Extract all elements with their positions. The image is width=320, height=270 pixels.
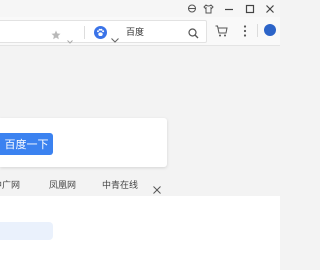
- toolbar-divider: [257, 24, 258, 37]
- browser-window: 百度 百度一下 中广网 凤凰网 中青在线: [0, 0, 280, 270]
- search-button[interactable]: 百度一下: [0, 133, 53, 155]
- baidu-paw-icon[interactable]: [94, 26, 107, 39]
- placeholder-bar: [0, 222, 53, 240]
- search-engine-name[interactable]: 百度: [126, 26, 144, 38]
- search-card: 百度一下: [0, 118, 167, 167]
- shirt-icon[interactable]: [201, 2, 215, 15]
- shortcuts-bar: 中广网 凤凰网 中青在线: [0, 176, 167, 192]
- shortcut-link[interactable]: 中广网: [0, 179, 20, 191]
- minimize-icon[interactable]: [222, 2, 236, 15]
- cart-icon[interactable]: [215, 24, 228, 42]
- chevron-down-icon[interactable]: [67, 31, 73, 49]
- engine-chevron-down-icon[interactable]: [111, 30, 119, 48]
- title-bar: [0, 0, 280, 17]
- mirror-icon[interactable]: [185, 2, 199, 15]
- content-panel: [0, 196, 280, 270]
- more-menu-icon[interactable]: [243, 24, 247, 42]
- star-icon[interactable]: [51, 27, 61, 45]
- close-window-icon[interactable]: [263, 2, 277, 15]
- shortcut-link[interactable]: 中青在线: [102, 179, 138, 191]
- search-icon[interactable]: [188, 26, 199, 44]
- navigation-bar: 百度: [0, 17, 280, 46]
- shortcut-link[interactable]: 凤凰网: [49, 179, 76, 191]
- address-bar-divider: [84, 26, 85, 39]
- maximize-icon[interactable]: [243, 2, 257, 15]
- avatar[interactable]: [264, 24, 276, 36]
- address-bar[interactable]: 百度: [0, 20, 207, 45]
